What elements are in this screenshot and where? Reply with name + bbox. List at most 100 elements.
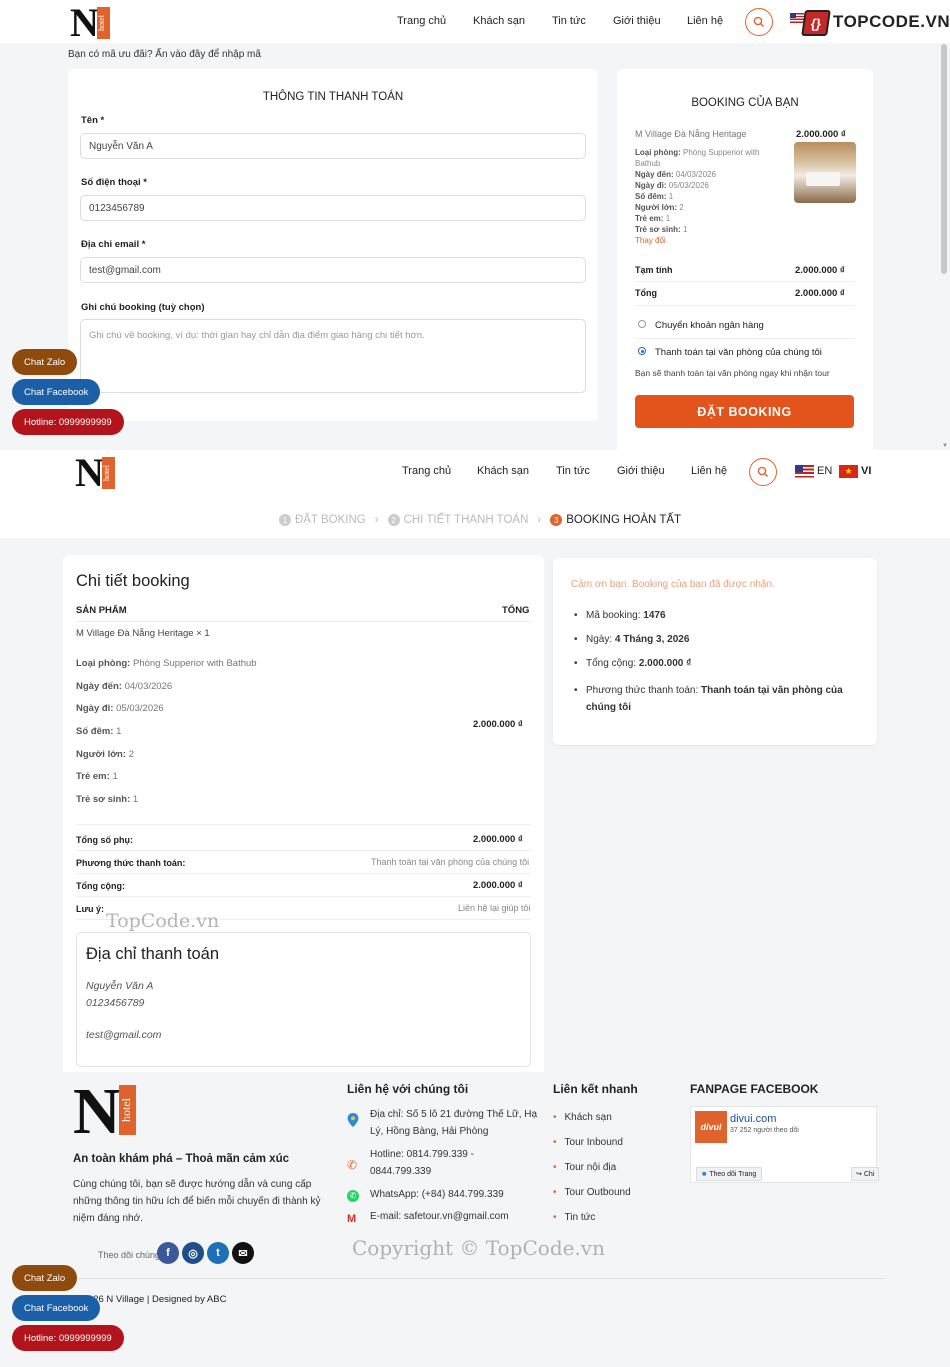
booking-total: Tổng cộng: 2.000.000 ₫ — [574, 658, 691, 669]
note-label: Ghi chú booking (tuỳ chọn) — [81, 302, 205, 313]
address-name: Nguyễn Văn A — [86, 980, 154, 992]
fb-follow-button[interactable]: ■ Theo dõi Trang — [696, 1167, 763, 1181]
step-chevron-icon: › — [537, 514, 542, 526]
pay-bank-label[interactable]: Chuyển khoản ngân hàng — [655, 320, 764, 331]
chat-zalo-button[interactable]: Chat Zalo — [12, 349, 78, 375]
nav-about[interactable]: Giới thiệu — [613, 15, 661, 27]
step-payment[interactable]: CHI TIẾT THANH TOÁN — [404, 514, 529, 526]
nav-news[interactable]: Tin tức — [556, 465, 590, 477]
infants-row: Trẻ sơ sinh: 1 — [76, 794, 138, 805]
facebook-page-widget[interactable]: divui divui.com 37 252 người theo dõi ■ T… — [690, 1106, 880, 1183]
phone-field[interactable]: 0123456789 — [80, 195, 586, 221]
fb-share-label: Chi — [863, 1170, 875, 1178]
footer-whatsapp: WhatsApp: (+84) 844.799.339 — [370, 1189, 504, 1200]
scroll-down-icon[interactable]: ▼ — [942, 443, 948, 449]
booking-card-title: BOOKING CỦA BẠN — [691, 97, 799, 109]
nav-contact[interactable]: Liên hệ — [691, 465, 727, 477]
step-booking[interactable]: ĐẶT BOKING — [295, 514, 366, 526]
divider — [76, 896, 531, 897]
step-chevron-icon: › — [374, 514, 379, 526]
email-field[interactable]: test@gmail.com — [80, 257, 586, 283]
chat-zalo-button[interactable]: Chat Zalo — [12, 1265, 78, 1291]
hotline-button[interactable]: Hotline: 0999999999 — [12, 1325, 124, 1351]
thank-you-message: Cảm ơn bạn. Booking của bạn đã được nhận… — [571, 579, 775, 590]
infants-value: 1 — [682, 225, 688, 234]
checkin-value: 04/03/2026 — [124, 681, 173, 692]
pay-bank-radio[interactable] — [638, 320, 646, 328]
site-logo[interactable]: N hotel — [70, 3, 110, 43]
mail-icon[interactable]: ✉ — [232, 1242, 254, 1264]
nav-home[interactable]: Trang chủ — [402, 465, 451, 477]
step-number: 2 — [387, 514, 400, 526]
note-textarea[interactable]: Ghi chú về booking, ví dụ: thời gian hay… — [80, 319, 586, 393]
col-total: TỔNG — [502, 605, 530, 616]
booking-date: Ngày: 4 Tháng 3, 2026 — [574, 634, 690, 645]
search-button[interactable] — [749, 458, 777, 486]
booking-summary-card: BOOKING CỦA BẠN M Village Đà Nẵng Herita… — [617, 69, 873, 450]
instagram-icon[interactable]: ◎ — [182, 1242, 204, 1264]
name-field[interactable]: Nguyễn Văn A — [80, 133, 586, 159]
fb-page-name[interactable]: divui.com — [730, 1113, 776, 1125]
pay-office-label[interactable]: Thanh toán tại văn phòng của chúng tôi — [655, 347, 822, 358]
booking-detail-card: Chi tiết booking SẢN PHẨM TỔNG M Village… — [63, 555, 544, 1075]
lang-en[interactable]: EN — [817, 465, 832, 477]
footer-hotline: Hotline: 0814.799.339 - 0844.799.339 — [370, 1149, 474, 1177]
footer-slogan: An toàn khám phá – Thoả mãn cảm xúc — [73, 1153, 289, 1165]
site-logo[interactable]: N hotel — [75, 453, 115, 493]
nav-about[interactable]: Giới thiệu — [617, 465, 665, 477]
adults-label: Người lớn: — [76, 749, 126, 760]
adults-row: Người lớn: 2 — [76, 749, 134, 760]
nav-hotels[interactable]: Khách sạn — [477, 465, 529, 477]
address-title: Địa chỉ thanh toán — [86, 945, 220, 963]
flag-vi-icon[interactable]: ★ — [839, 465, 858, 478]
flag-en-icon[interactable] — [790, 13, 804, 23]
booking-code-label: Mã booking: — [586, 610, 641, 621]
nav-contact[interactable]: Liên hệ — [687, 15, 723, 27]
lang-vi[interactable]: VI — [861, 465, 871, 477]
fb-share-button[interactable]: ↪ Chi — [851, 1167, 880, 1181]
coupon-link[interactable]: Bạn có mã ưu đãi? Ấn vào đây để nhập mã — [68, 49, 261, 60]
footer-link-outbound[interactable]: Tour Outbound — [553, 1187, 631, 1198]
footer-link-news[interactable]: Tin tức — [553, 1212, 596, 1223]
divider — [635, 305, 855, 306]
footer-link-inbound[interactable]: Tour Inbound — [553, 1137, 623, 1148]
place-booking-button[interactable]: ĐẶT BOOKING — [635, 395, 854, 428]
step-number: 3 — [550, 514, 563, 526]
whatsapp-icon: ✆ — [347, 1190, 359, 1202]
chat-facebook-button[interactable]: Chat Facebook — [12, 379, 101, 405]
footer-email[interactable]: E-mail: safetour.vn@gmail.com — [370, 1208, 509, 1225]
footer-link-domestic[interactable]: Tour nội địa — [553, 1162, 617, 1173]
name-label: Tên * — [81, 115, 105, 126]
pay-office-radio[interactable] — [638, 347, 646, 355]
search-button[interactable] — [745, 8, 773, 36]
room-type-label: Loại phòng: — [635, 148, 681, 157]
nav-hotels[interactable]: Khách sạn — [473, 15, 525, 27]
fb-followers: 37 252 người theo dõi — [730, 1127, 799, 1134]
logo-tag: hotel — [96, 7, 110, 39]
twitter-icon[interactable]: t — [207, 1242, 229, 1264]
contact-title: Liên hệ với chúng tôi — [347, 1082, 469, 1096]
scrollbar-thumb[interactable] — [941, 44, 947, 274]
checkin-value: 04/03/2026 — [675, 170, 716, 179]
divider — [635, 281, 855, 282]
facebook-icon[interactable]: f — [157, 1242, 179, 1264]
checkout-row: Ngày đi: 05/03/2026 — [76, 703, 164, 714]
address-phone: 0123456789 — [86, 997, 145, 1009]
checkin-label: Ngày đến: — [76, 681, 122, 692]
flag-en-icon[interactable] — [795, 465, 814, 478]
product-name[interactable]: M Village Đà Nẵng Heritage × 1 — [76, 628, 210, 639]
hotline-button[interactable]: Hotline: 0999999999 — [12, 409, 124, 435]
footer-address: Địa chỉ: Số 5 lô 21 đường Thế Lữ, Hạ Lý,… — [370, 1109, 538, 1137]
infants-label: Trẻ sơ sinh: — [76, 794, 131, 805]
nav-news[interactable]: Tin tức — [552, 15, 586, 27]
chat-facebook-button[interactable]: Chat Facebook — [12, 1295, 101, 1321]
order-received-card: Cảm ơn bạn. Booking của bạn đã được nhận… — [553, 558, 877, 745]
booking-date-value: 4 Tháng 3, 2026 — [614, 634, 690, 645]
footer-link-hotels[interactable]: Khách sạn — [553, 1112, 612, 1123]
nav-home[interactable]: Trang chủ — [397, 15, 446, 27]
change-link[interactable]: Thay đổi — [635, 235, 775, 246]
children-value: 1 — [112, 771, 118, 782]
children-label: Trẻ em: — [635, 214, 664, 223]
children-label: Trẻ em: — [76, 771, 110, 782]
fb-small-icon: ■ — [702, 1170, 707, 1178]
